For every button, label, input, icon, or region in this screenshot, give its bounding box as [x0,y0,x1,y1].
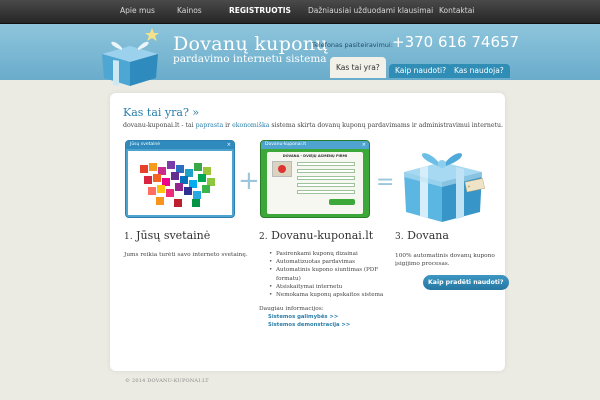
section-heading[interactable]: Kas tai yra? » [123,106,199,119]
list-item: Atsiskaitymai internetu [269,283,383,291]
phone-label: Telefonas pasiteiravimui: [312,41,393,49]
list-item: Pasirenkami kuponų dizainai [269,250,383,258]
close-icon: × [361,142,366,148]
list-item: Automatinis kupono siuntimas (PDF [269,266,383,274]
form-field [297,162,355,166]
intro-text-mid: ir [223,122,233,129]
gift-box-icon [404,153,485,222]
nav-item-contacts[interactable]: Kontaktai [439,6,474,15]
tab-how-to-use[interactable]: Kaip naudoti? [389,64,453,78]
form-field [297,169,355,173]
intro-link-simple[interactable]: paprasta [196,122,224,129]
list-item: Nemokama kuponų apskaitos sistema [269,291,383,299]
brand-subtitle: pardavimo internetu sistema [173,53,327,65]
nav-item-faq[interactable]: Dažniausiai užduodami klausimai [308,6,433,15]
coupon-form-title: DOVANA - DVIEJŲ ASMENŲ PIRMI [282,154,348,158]
nav-item-about[interactable]: Apie mus [120,6,155,15]
system-demo-link[interactable]: Sistemos demonstracija >> [268,322,350,328]
window-title: Jūsų svetainė [130,142,160,147]
tab-what-is-it[interactable]: Kas tai yra? [330,57,386,78]
colorful-mosaic-icon [128,151,232,215]
system-features-link[interactable]: Sistemos galimybės >> [268,314,338,320]
step-1-title: 1. Jūsų svetainė [124,229,211,242]
more-info-title: Daugiau informacijos: [259,306,324,312]
step-2-title: 2. Dovanu-kuponai.lt [259,229,374,242]
intro-text: dovanu-kuponai.lt - tai paprasta ir ekon… [123,122,503,129]
window-titlebar: Jūsų svetainė × [126,141,234,149]
intro-text-start: dovanu-kuponai.lt - tai [123,122,196,129]
form-field [297,176,355,180]
form-submit-button [329,199,355,205]
top-navigation: Apie mus Kainos REGISTRUOTIS Dažniausiai… [0,0,600,24]
intro-link-economical[interactable]: ekonomiška [232,122,269,129]
coupon-system-window-illustration: Dovanu-kuponai.lt × DOVANA - DVIEJŲ ASME… [260,140,370,218]
tab-who-uses[interactable]: Kas naudoja? [448,64,510,78]
close-icon: × [226,142,231,148]
form-field [297,190,355,194]
nav-item-prices[interactable]: Kainos [177,6,202,15]
phone-number: +370 616 74657 [392,33,520,51]
website-window-illustration: Jūsų svetainė × [125,140,235,218]
equals-sign: = [376,170,395,195]
form-field [297,183,355,187]
step-3-title: 3. Dovana [395,229,449,242]
list-item: Automatizuotas pardavimas [269,258,383,266]
nav-item-register[interactable]: REGISTRUOTIS [229,6,291,15]
coupon-form-panel: DOVANA - DVIEJŲ ASMENŲ PIRMI [267,152,363,214]
list-item: formatu) [276,275,301,282]
step-1-text: Jums reikia turėti savo interneto svetai… [124,252,248,258]
brand-title[interactable]: Dovanų kuponų [173,33,328,55]
how-to-start-button[interactable]: Kaip pradėti naudoti? [423,275,509,290]
footer-copyright: © 2014 DOVANU-KUPONAI.LT [125,378,209,384]
window-title: Dovanu-kuponai.lt [265,142,307,147]
intro-text-end: sistema skirta dovanų kuponų pardavimams… [269,122,503,129]
gift-box-logo-icon [102,28,159,86]
features-list: Pasirenkami kuponų dizainai Automatizuot… [269,250,383,299]
step-3-text: 100% automatinis dovanų kupono įsigijimo… [395,253,495,267]
coupon-thumbnail-icon [272,161,292,177]
window-titlebar: Dovanu-kuponai.lt × [261,141,369,149]
plus-sign: + [238,166,260,196]
